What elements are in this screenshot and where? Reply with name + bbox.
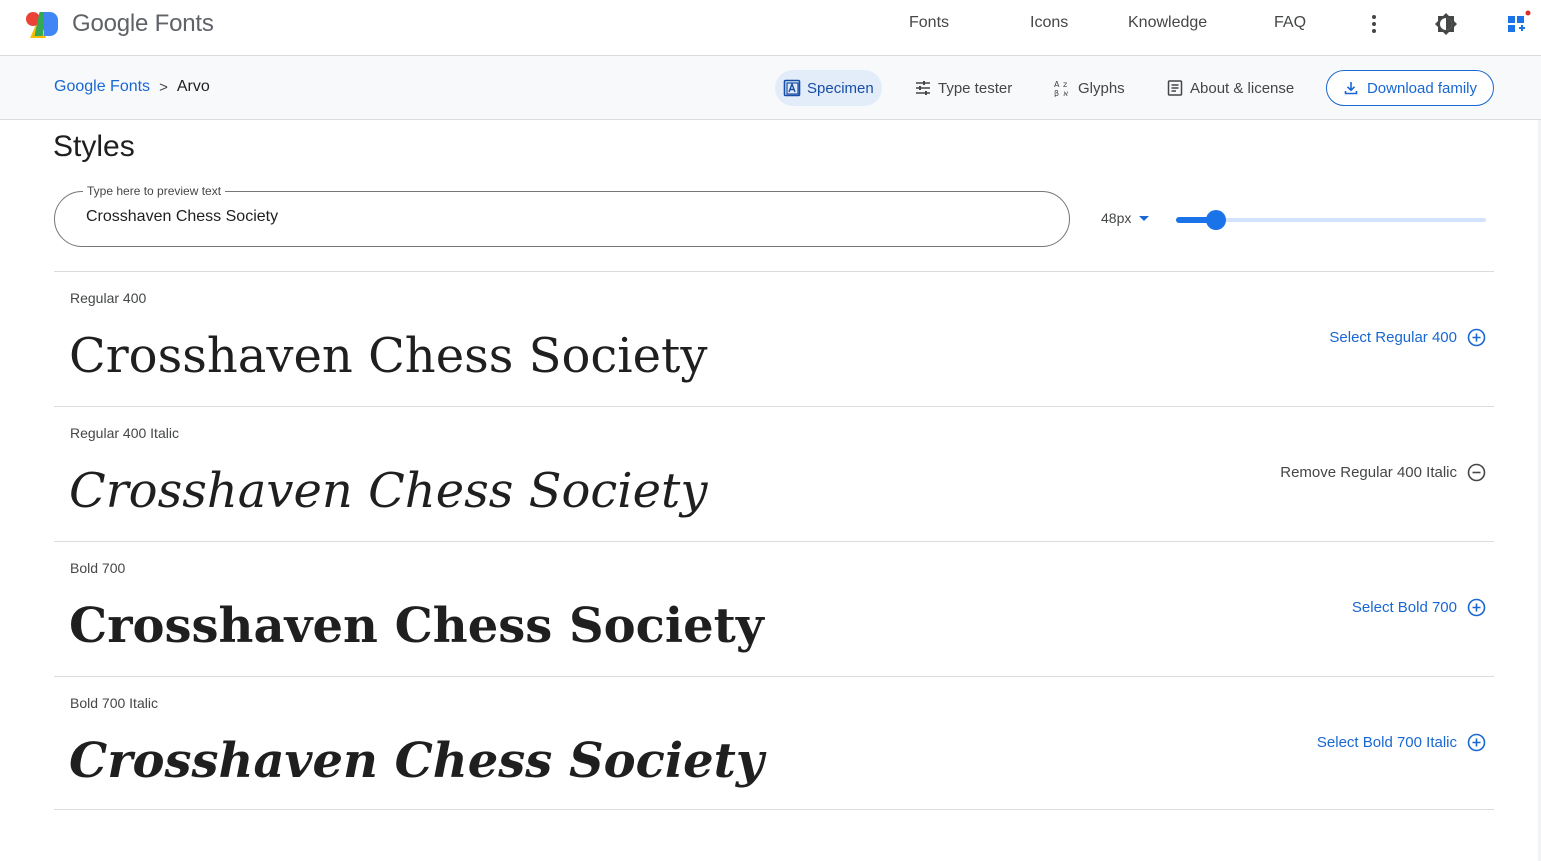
remove-circle-icon bbox=[1467, 463, 1486, 482]
svg-text:β: β bbox=[1054, 89, 1059, 97]
tab-glyphs-label: Glyphs bbox=[1078, 79, 1125, 97]
add-circle-icon bbox=[1467, 733, 1486, 752]
remove-regular-400-italic-button[interactable]: Remove Regular 400 Italic bbox=[1280, 463, 1486, 482]
style-sample-text: Crosshaven Chess Society bbox=[69, 328, 708, 384]
google-fonts-logo[interactable]: Google Fonts bbox=[26, 10, 214, 38]
style-row-bold-700: Bold 700 Crosshaven Chess Society Select… bbox=[54, 541, 1494, 676]
article-icon bbox=[1167, 80, 1183, 96]
font-size-value: 48px bbox=[1101, 210, 1132, 226]
font-size-slider[interactable] bbox=[1176, 208, 1486, 232]
slider-thumb[interactable] bbox=[1206, 210, 1227, 230]
select-regular-400-button[interactable]: Select Regular 400 bbox=[1329, 328, 1486, 347]
download-icon bbox=[1344, 82, 1358, 95]
breadcrumb: Google Fonts > Arvo bbox=[54, 78, 210, 96]
style-row-regular-400: Regular 400 Crosshaven Chess Society Sel… bbox=[54, 271, 1494, 406]
style-sample-text: Crosshaven Chess Society bbox=[69, 598, 764, 654]
tab-about-license-label: About & license bbox=[1190, 79, 1295, 97]
dropdown-arrow-icon bbox=[1139, 215, 1150, 221]
logo-text: Google Fonts bbox=[72, 10, 214, 37]
nav-icons[interactable]: Icons bbox=[1030, 14, 1068, 32]
select-bold-700-italic-button[interactable]: Select Bold 700 Italic bbox=[1317, 733, 1486, 752]
tab-specimen-label: Specimen bbox=[807, 79, 874, 97]
add-circle-icon bbox=[1467, 328, 1486, 347]
preview-text-input[interactable] bbox=[86, 208, 986, 226]
style-label: Bold 700 Italic bbox=[70, 695, 158, 711]
family-toolbar: Google Fonts > Arvo Specimen Type tester… bbox=[0, 56, 1541, 120]
download-family-button[interactable]: Download family bbox=[1326, 70, 1494, 106]
svg-text:z: z bbox=[1063, 80, 1067, 89]
select-bold-700-button[interactable]: Select Bold 700 bbox=[1352, 598, 1486, 617]
tab-specimen[interactable]: Specimen bbox=[775, 70, 882, 106]
specimen-icon bbox=[783, 79, 801, 97]
styles-list: Regular 400 Crosshaven Chess Society Sel… bbox=[54, 271, 1494, 810]
breadcrumb-root[interactable]: Google Fonts bbox=[54, 78, 150, 96]
tune-icon bbox=[916, 81, 930, 95]
download-family-label: Download family bbox=[1366, 79, 1478, 97]
styles-heading: Styles bbox=[53, 130, 135, 163]
svg-text:A: A bbox=[1054, 80, 1060, 89]
breadcrumb-separator: > bbox=[159, 78, 168, 96]
style-action-label: Select Bold 700 Italic bbox=[1316, 734, 1457, 751]
preview-text-label: Type here to preview text bbox=[83, 184, 226, 198]
nav-knowledge[interactable]: Knowledge bbox=[1128, 14, 1207, 32]
style-row-bold-700-italic: Bold 700 Italic Crosshaven Chess Society… bbox=[54, 676, 1494, 810]
style-label: Bold 700 bbox=[70, 560, 126, 576]
top-app-bar: Google Fonts Fonts Icons Knowledge FAQ bbox=[0, 0, 1541, 56]
tab-about-license[interactable]: About & license bbox=[1158, 70, 1302, 106]
tab-glyphs[interactable]: A z β א Glyphs bbox=[1046, 70, 1133, 106]
style-label: Regular 400 Italic bbox=[70, 425, 179, 441]
glyphs-icon: A z β א bbox=[1054, 80, 1068, 97]
nav-faq[interactable]: FAQ bbox=[1274, 14, 1306, 32]
more-vert-icon[interactable] bbox=[1360, 10, 1388, 38]
style-action-label: Remove Regular 400 Italic bbox=[1280, 464, 1457, 481]
style-sample-text: Crosshaven Chess Society bbox=[69, 463, 708, 519]
google-fonts-logo-icon bbox=[26, 10, 60, 38]
font-size-select[interactable]: 48px bbox=[1101, 210, 1150, 226]
style-action-label: Select Bold 700 bbox=[1351, 599, 1457, 616]
style-sample-text: Crosshaven Chess Society bbox=[69, 733, 764, 789]
selected-families-icon[interactable] bbox=[1504, 10, 1532, 38]
nav-fonts[interactable]: Fonts bbox=[909, 14, 949, 32]
preview-text-field[interactable]: Type here to preview text bbox=[54, 184, 1070, 247]
style-action-label: Select Regular 400 bbox=[1329, 329, 1457, 346]
tab-type-tester[interactable]: Type tester bbox=[906, 70, 1020, 106]
tab-type-tester-label: Type tester bbox=[938, 79, 1013, 97]
breadcrumb-current: Arvo bbox=[176, 78, 210, 95]
add-circle-icon bbox=[1467, 598, 1486, 617]
style-row-regular-400-italic: Regular 400 Italic Crosshaven Chess Soci… bbox=[54, 406, 1494, 541]
svg-text:א: א bbox=[1063, 89, 1068, 97]
style-label: Regular 400 bbox=[70, 290, 147, 306]
theme-toggle-icon[interactable] bbox=[1432, 10, 1460, 38]
